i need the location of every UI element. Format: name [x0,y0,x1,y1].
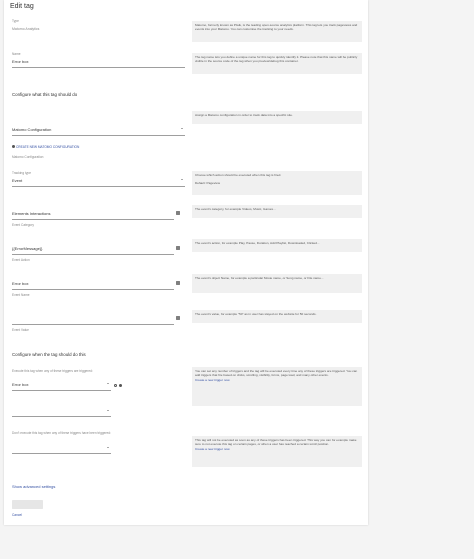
name-input[interactable]: Error box [12,59,28,64]
name-help: The tag name lets you define a unique na… [192,53,362,74]
cancel-link[interactable]: Cancel [12,513,22,517]
event-name-help: The event's object Name, for example a p… [192,274,362,293]
config-help: Assign a Matomo configuration in order t… [192,111,362,124]
fire-trigger-select[interactable]: Error box [12,382,28,387]
chevron-down-icon[interactable] [181,179,183,180]
config-select-underline [12,135,185,136]
chevron-down-icon[interactable] [107,383,109,384]
event-action-input[interactable]: {{ErrorMessage}} [12,246,42,251]
block-trigger-underline [12,453,111,454]
edit-trigger-icon[interactable] [114,384,117,387]
event-value-label: Event Value [12,328,29,332]
event-value-underline [12,324,174,325]
event-category-input[interactable]: Elements Interactions [12,211,50,216]
name-label: Name [12,52,21,56]
tracking-type-select[interactable]: Event [12,178,22,183]
tracking-help-text: Choose which action should be executed w… [195,173,282,177]
variable-select-icon[interactable] [176,211,180,215]
section-trigger-heading: Configure when the tag should do this [12,352,86,357]
create-trigger-link[interactable]: Create a new trigger now [195,378,359,382]
config-label: Matomo Configuration [12,155,44,159]
fire-trigger-underline [12,390,111,391]
fire-trigger-empty-underline [12,416,111,417]
variable-select-icon[interactable] [176,281,180,285]
show-advanced-link[interactable]: Show advanced settings [12,484,55,489]
add-circle-icon[interactable] [12,145,15,148]
event-category-underline [12,219,174,220]
update-button[interactable]: Update [12,500,43,509]
category-help: The event's category, for example Videos… [192,205,362,218]
action-help: The event's action, for example Play, Pa… [192,239,362,252]
event-value-help: The event's value, for example "50" as i… [192,310,362,323]
event-category-label: Event Category [12,223,34,227]
event-name-input[interactable]: Error box [12,281,28,286]
variable-select-icon[interactable] [176,246,180,250]
tracking-type-underline [12,186,185,187]
chevron-down-icon[interactable] [181,128,183,129]
type-value: Matomo Analytics [12,27,40,31]
chevron-down-icon[interactable] [107,447,109,448]
block-triggers-label: Don't execute this tag when any of these… [12,431,111,435]
page-title: Edit tag [10,3,34,10]
type-label: Type [12,19,19,23]
section-tag-heading: Configure what this tag should do [12,92,78,97]
name-input-underline [12,67,185,68]
type-help: Matomo, formerly known as Piwik, is the … [192,21,362,42]
create-block-trigger-link[interactable]: Create a new trigger now [195,447,359,451]
fire-triggers-label: Execute this tag when any of these trigg… [12,369,93,373]
fire-help-text: You can set any number of triggers and t… [195,369,358,377]
config-select[interactable]: Matomo Configuration [12,127,51,132]
tracking-help: Choose which action should be executed w… [192,171,362,195]
fire-help: You can set any number of triggers and t… [192,367,362,406]
event-action-underline [12,254,174,255]
event-name-label: Event Name [12,293,30,297]
tracking-type-label: Tracking type [12,171,32,175]
variable-select-icon[interactable] [176,316,180,320]
block-help-text: This tag will not be executed as soon as… [195,438,357,446]
chevron-down-icon[interactable] [107,410,109,411]
edit-tag-card: Edit tag Type Matomo Analytics Matomo, f… [4,0,368,525]
block-help: This tag will not be executed as soon as… [192,436,362,467]
tracking-help-default: Default: Pageview [195,181,220,185]
event-name-underline [12,289,174,290]
create-config-link[interactable]: CREATE NEW MATOMO CONFIGURATION [16,145,79,149]
event-action-label: Event Action [12,258,30,262]
remove-trigger-icon[interactable] [119,384,122,387]
